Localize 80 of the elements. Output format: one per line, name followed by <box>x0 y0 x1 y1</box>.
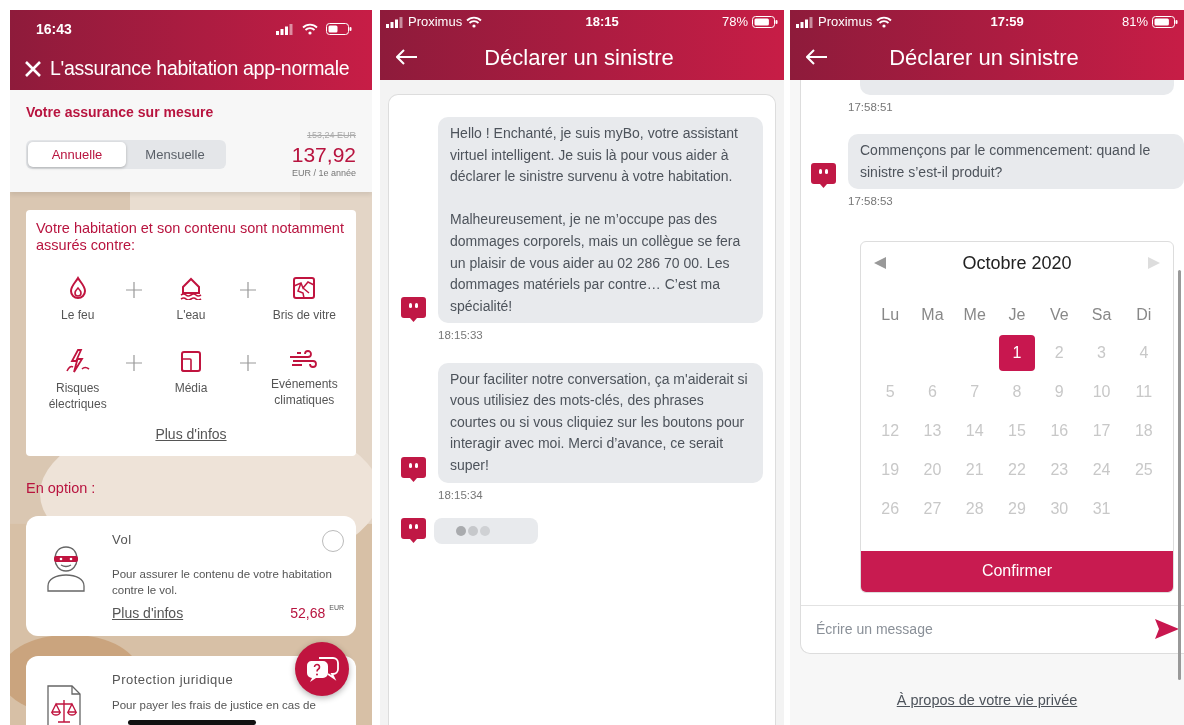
message-text: Hello ! Enchanté, je suis myBo, votre assistant virtuel intelligent. Je suis là pour vous aider à déclarer le sinistre survenu à votre habitation. <box>450 124 739 187</box>
message-time: 17:58:53 <box>848 194 894 210</box>
option-description: Pour payer les frais de justice en cas de <box>112 698 317 714</box>
options-heading: En option : <box>26 479 97 498</box>
weekday-label: Di <box>1135 304 1153 325</box>
peril-label: Média <box>174 380 208 396</box>
plus-icon <box>238 354 257 372</box>
price: 137,92 <box>291 142 356 167</box>
wind-icon <box>289 349 320 369</box>
wifi-icon <box>302 23 318 35</box>
period-option[interactable]: Annuelle <box>28 141 126 168</box>
peril-label: Le feu <box>60 307 95 323</box>
signal-icon <box>276 23 294 35</box>
status-time: 18:15 <box>585 14 619 30</box>
weekday-label: Me <box>962 304 987 325</box>
signal-icon <box>386 16 404 28</box>
status-time: 17:59 <box>990 14 1024 30</box>
carrier-name: Proximus <box>408 13 463 32</box>
peril-label: Evénements climatiques <box>269 376 339 408</box>
signal-icon <box>796 16 814 28</box>
period-option[interactable]: Mensuelle <box>126 141 224 168</box>
more-info-link[interactable]: Plus d'infos <box>155 426 227 442</box>
message-text: Malheureusement, je ne m’occupe pas des dommages corporels, mais un collègue se fera un plaisir de vous aider au 02 286 70 00. Les dommages matériels par contre… C’est ma spécialité! <box>450 210 742 316</box>
calendar-day[interactable]: 1 <box>999 335 1035 372</box>
battery-icon <box>1152 16 1178 28</box>
weekday-label: Lu <box>880 304 901 325</box>
month-title: Octobre 2020 <box>962 251 1072 275</box>
send-icon[interactable] <box>1154 618 1180 641</box>
bot-avatar-icon <box>401 297 426 324</box>
header-title: L'assurance habitation app-normale <box>50 56 350 82</box>
pricing-heading: Votre assurance sur mesure <box>26 103 215 122</box>
weekday-label: Sa <box>1090 304 1113 325</box>
thief-icon <box>46 543 86 592</box>
wifi-icon <box>466 16 483 28</box>
house-water-icon <box>179 276 203 300</box>
header-title: Déclarer un sinistre <box>888 43 1080 72</box>
bot-avatar-icon <box>401 456 426 483</box>
battery-icon <box>326 23 352 35</box>
back-arrow-icon[interactable] <box>806 49 828 65</box>
wifi-icon <box>876 16 893 28</box>
header-title: Déclarer un sinistre <box>483 43 675 72</box>
plus-icon <box>238 281 257 299</box>
weekday-label: Ve <box>1048 304 1070 325</box>
message-text: Pour faciliter notre conversation, ça m'aiderait si vous utilisiez des mots-clés, des phrases courtes ou si vous cliquiez sur les boutons pour interagir avec moi. Merci d’avance, ce serait super! <box>450 369 749 475</box>
peril-label: Risques électriques <box>47 380 108 412</box>
option-description: Pour assurer le contenu de votre habitation contre le vol. <box>112 566 333 598</box>
option-title: Protection juridique <box>112 670 234 689</box>
plus-icon <box>125 281 144 299</box>
weekday-label: Je <box>1007 304 1027 325</box>
previous-month-icon[interactable] <box>873 256 887 271</box>
plus-icon <box>125 354 144 372</box>
message-time: 17:58:51 <box>848 100 894 115</box>
cracked-window-icon <box>292 276 317 300</box>
battery-percent: 81% <box>1121 13 1148 32</box>
bot-avatar-icon <box>811 163 836 190</box>
lightning-icon <box>64 349 91 373</box>
peril-label: L'eau <box>176 307 206 323</box>
option-price: 52,68 <box>290 603 326 623</box>
coverage-heading: Votre habitation et son contenu sont notamment assurés contre: <box>36 220 345 254</box>
confirm-button[interactable]: Confirmer <box>861 550 1173 592</box>
old-price: 153,24 EUR <box>305 129 356 142</box>
bot-avatar-icon <box>401 517 426 544</box>
message-time: 18:15:34 <box>438 487 484 503</box>
battery-percent: 78% <box>721 13 748 32</box>
price-unit: EUR / 1e année <box>291 166 356 180</box>
back-arrow-icon[interactable] <box>396 49 418 65</box>
carrier-name: Proximus <box>818 13 873 32</box>
message-text: Commençons par le commencement: quand le sinistre s’est-il produit? <box>860 141 1152 182</box>
chat-question-icon <box>305 654 339 684</box>
status-time: 16:43 <box>36 19 72 39</box>
peril-label: Bris de vitre <box>272 307 336 323</box>
weekday-label: Ma <box>920 304 945 325</box>
message-time: 18:15:33 <box>438 328 484 344</box>
battery-icon <box>752 16 778 28</box>
option-title: Vol <box>112 530 132 549</box>
radio-button[interactable] <box>322 529 344 552</box>
more-info-link[interactable]: Plus d'infos <box>112 602 184 624</box>
privacy-link[interactable]: À propos de votre vie privée <box>896 691 1078 708</box>
tablet-icon <box>180 349 202 373</box>
close-icon[interactable] <box>24 60 42 78</box>
